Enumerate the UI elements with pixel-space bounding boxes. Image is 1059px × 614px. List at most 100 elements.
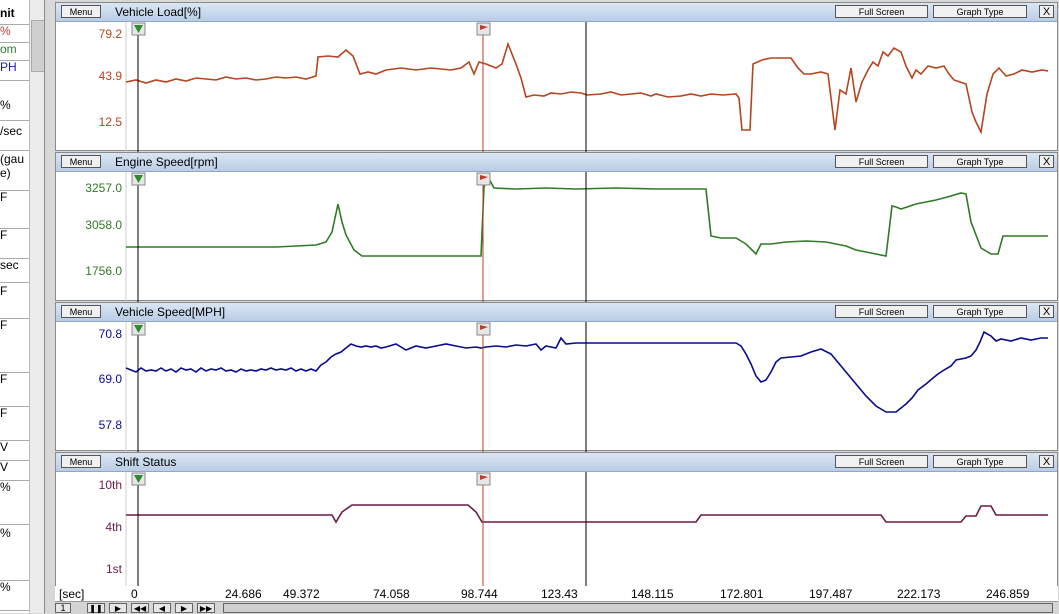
- menu-button[interactable]: Menu: [61, 455, 101, 468]
- y-tick-label: 70.8: [99, 327, 123, 341]
- y-tick-label: 1st: [106, 562, 123, 576]
- sidebar-unit-11[interactable]: F: [0, 318, 29, 373]
- graph-panel-4: Menu Shift Status Full Screen Graph Type X 10…: [55, 452, 1058, 603]
- graph-plot-area[interactable]: 79.2 43.9 12.5: [56, 22, 1057, 153]
- time-axis-label: 246.859: [986, 587, 1030, 601]
- graph-type-button[interactable]: Graph Type: [933, 305, 1027, 318]
- menu-button[interactable]: Menu: [61, 155, 101, 168]
- full-screen-button[interactable]: Full Screen: [835, 455, 928, 468]
- sidebar-unit-3[interactable]: PH: [0, 60, 29, 81]
- sidebar-unit-13[interactable]: F: [0, 406, 29, 441]
- flag-marker-icon[interactable]: [476, 322, 491, 336]
- sidebar-unit-12[interactable]: F: [0, 372, 29, 407]
- graph-type-button[interactable]: Graph Type: [933, 155, 1027, 168]
- graph-title-bar: Menu Engine Speed[rpm] Full Screen Graph Ty…: [56, 153, 1057, 172]
- y-tick-label: 1756.0: [85, 264, 122, 278]
- step-back-button[interactable]: ◀◀: [131, 603, 149, 613]
- sidebar-unit-18[interactable]: %: [0, 580, 29, 611]
- channel-list-sidebar: nit% om PH%/sec (gau e) F Fsec F F F F V V%%%: [0, 0, 45, 613]
- time-axis: [sec] 0 24.686 49.372 74.058 98.744 123.43 148…: [55, 586, 1058, 601]
- start-marker-icon[interactable]: [131, 472, 146, 486]
- timeline-scrollbar[interactable]: [223, 603, 1053, 613]
- y-tick-label: 79.2: [99, 27, 123, 41]
- flag-marker-icon[interactable]: [476, 472, 491, 486]
- close-button[interactable]: X: [1039, 155, 1054, 168]
- start-marker-icon[interactable]: [131, 322, 146, 336]
- time-axis-label: 172.801: [720, 587, 764, 601]
- graph-panel-1: Menu Vehicle Load[%] Full Screen Graph Type…: [55, 2, 1058, 153]
- time-axis-label: 197.487: [809, 587, 853, 601]
- time-axis-label: 24.686: [225, 587, 262, 601]
- close-button[interactable]: X: [1039, 455, 1054, 468]
- time-axis-label: 49.372: [283, 587, 320, 601]
- sidebar-unit-14[interactable]: V: [0, 440, 29, 461]
- graph-plot-area[interactable]: 3257.0 3058.0 1756.0: [56, 172, 1057, 303]
- graph-panel-3: Menu Vehicle Speed[MPH] Full Screen Graph T…: [55, 302, 1058, 453]
- sidebar-unit-7[interactable]: F: [0, 190, 29, 229]
- time-axis-unit: [sec]: [59, 587, 85, 601]
- graph-title-bar: Menu Shift Status Full Screen Graph Type X: [56, 453, 1057, 472]
- menu-button[interactable]: Menu: [61, 5, 101, 18]
- sidebar-unit-0[interactable]: nit: [0, 6, 29, 25]
- y-tick-label: 57.8: [99, 418, 123, 432]
- pause-button[interactable]: ❚❚: [87, 603, 105, 613]
- graph-plot-area[interactable]: 70.8 69.0 57.8: [56, 322, 1057, 453]
- sidebar-unit-6[interactable]: (gau e): [0, 152, 29, 191]
- sidebar-unit-5[interactable]: /sec: [0, 124, 29, 151]
- y-tick-label: 43.9: [99, 69, 123, 83]
- graph-title: Vehicle Load[%]: [115, 5, 202, 19]
- graph-title: Shift Status: [115, 455, 177, 469]
- close-button[interactable]: X: [1039, 305, 1054, 318]
- sidebar-unit-17[interactable]: %: [0, 526, 29, 581]
- full-screen-button[interactable]: Full Screen: [835, 5, 928, 18]
- graph-title: Engine Speed[rpm]: [115, 155, 218, 169]
- sidebar-unit-9[interactable]: sec: [0, 258, 29, 283]
- graph-plot-area[interactable]: 10th 4th 1st: [56, 472, 1057, 603]
- y-tick-label: 12.5: [99, 115, 123, 129]
- graph-title: Vehicle Speed[MPH]: [115, 305, 226, 319]
- page-number-field[interactable]: 1: [55, 603, 71, 613]
- graph-type-button[interactable]: Graph Type: [933, 455, 1027, 468]
- step-forward-button[interactable]: ▶: [175, 603, 193, 613]
- close-button[interactable]: X: [1039, 5, 1054, 18]
- graph-type-button[interactable]: Graph Type: [933, 5, 1027, 18]
- y-tick-label: 3058.0: [85, 218, 122, 232]
- time-axis-label: 74.058: [373, 587, 410, 601]
- full-screen-button[interactable]: Full Screen: [835, 155, 928, 168]
- rewind-button[interactable]: ◀: [153, 603, 171, 613]
- flag-marker-icon[interactable]: [476, 172, 491, 186]
- sidebar-scrollbar[interactable]: [29, 0, 44, 613]
- sidebar-unit-4[interactable]: %: [0, 98, 29, 121]
- data-series-line: [126, 175, 1048, 257]
- graph-title-bar: Menu Vehicle Load[%] Full Screen Graph Type…: [56, 3, 1057, 22]
- full-screen-button[interactable]: Full Screen: [835, 305, 928, 318]
- y-tick-label: 10th: [99, 478, 122, 492]
- sidebar-scroll-thumb[interactable]: [31, 20, 44, 72]
- sidebar-unit-1[interactable]: %: [0, 24, 29, 43]
- time-axis-label: 0: [131, 587, 138, 601]
- sidebar-unit-2[interactable]: om: [0, 42, 29, 61]
- data-series-line: [125, 41, 1049, 135]
- start-marker-icon[interactable]: [131, 172, 146, 186]
- flag-marker-icon[interactable]: [476, 22, 491, 36]
- menu-button[interactable]: Menu: [61, 305, 101, 318]
- play-button[interactable]: ▶: [109, 603, 127, 613]
- graph-title-bar: Menu Vehicle Speed[MPH] Full Screen Graph T…: [56, 303, 1057, 322]
- y-tick-label: 69.0: [99, 372, 123, 386]
- playback-controls: 1 ❚❚ ▶ ◀◀ ◀ ▶ ▶▶: [55, 601, 1058, 614]
- y-tick-label: 3257.0: [85, 181, 122, 195]
- time-axis-label: 98.744: [461, 587, 498, 601]
- time-axis-label: 123.43: [541, 587, 578, 601]
- y-tick-label: 4th: [105, 520, 122, 534]
- data-series-line: [125, 330, 1048, 413]
- data-series-line: [126, 504, 1048, 524]
- sidebar-unit-8[interactable]: F: [0, 228, 29, 259]
- sidebar-unit-15[interactable]: V: [0, 460, 29, 481]
- time-axis-label: 148.115: [631, 587, 674, 601]
- start-marker-icon[interactable]: [131, 22, 146, 36]
- sidebar-unit-16[interactable]: %: [0, 480, 29, 525]
- sidebar-unit-10[interactable]: F: [0, 284, 29, 319]
- graph-panel-2: Menu Engine Speed[rpm] Full Screen Graph Ty…: [55, 152, 1058, 303]
- time-axis-label: 222.173: [897, 587, 941, 601]
- fast-forward-button[interactable]: ▶▶: [197, 603, 215, 613]
